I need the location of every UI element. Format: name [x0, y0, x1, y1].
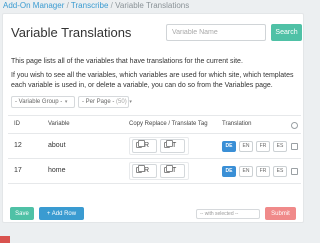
breadcrumb-current: Variable Translations: [115, 1, 190, 10]
page-title: Variable Translations: [11, 25, 132, 40]
variable-group-select-value: - Variable Group -: [15, 99, 63, 105]
per-page-count: (50): [116, 99, 127, 105]
add-row-button[interactable]: + Add Row: [39, 207, 84, 220]
description-text-variables: If you wish to see all the variables, wh…: [11, 72, 294, 89]
language-tab-es[interactable]: ES: [273, 166, 287, 177]
table-row: 17 home R T DE EN FR ES: [8, 159, 301, 184]
row-checkbox[interactable]: [291, 143, 298, 150]
breadcrumb-separator: /: [66, 1, 69, 10]
chevron-down-icon: ▾: [129, 99, 132, 105]
search-button[interactable]: Search: [271, 24, 302, 41]
language-tab-de[interactable]: DE: [222, 166, 236, 177]
row-checkbox[interactable]: [291, 168, 298, 175]
with-selected-select[interactable]: -- with selected --: [196, 209, 260, 219]
chevron-down-icon: ▾: [64, 99, 68, 105]
description-text: This page lists all of the variables tha…: [11, 58, 243, 65]
copy-icon: [164, 165, 173, 173]
language-tab-en[interactable]: EN: [239, 141, 253, 152]
column-header-copy: Copy Replace / Translate Tag: [129, 121, 208, 127]
copy-icon: [136, 165, 145, 173]
copy-replace-button[interactable]: R: [132, 139, 157, 153]
table-row: 12 about R T DE EN FR ES: [8, 134, 301, 159]
breadcrumb: Add-On Manager / Transcribe / Variable T…: [0, 0, 310, 13]
language-tab-fr[interactable]: FR: [256, 166, 270, 177]
language-tab-en[interactable]: EN: [239, 166, 253, 177]
column-header-translation: Translation: [222, 121, 252, 127]
language-tab-fr[interactable]: FR: [256, 141, 270, 152]
row-id: 12: [14, 142, 22, 149]
column-header-id[interactable]: ID: [14, 121, 20, 127]
copy-translate-tag-button[interactable]: T: [160, 139, 185, 153]
main-panel: Variable Translations Search This page l…: [2, 13, 304, 223]
copy-icon: [164, 140, 173, 148]
submit-button[interactable]: Submit: [265, 207, 296, 220]
language-tab-de[interactable]: DE: [222, 141, 236, 152]
table-header: ID Variable Copy Replace / Translate Tag…: [8, 115, 301, 134]
breadcrumb-separator: /: [110, 1, 113, 10]
copy-replace-button[interactable]: R: [132, 164, 157, 178]
breadcrumb-transcribe[interactable]: Transcribe: [71, 1, 109, 10]
save-button[interactable]: Save: [10, 207, 34, 220]
copy-translate-tag-button[interactable]: T: [160, 164, 185, 178]
select-all-checkbox[interactable]: [291, 122, 298, 129]
breadcrumb-addon-manager[interactable]: Add-On Manager: [3, 1, 64, 10]
with-selected-value: -- with selected --: [200, 211, 239, 217]
per-page-select[interactable]: - Per Page - (50) ▾: [78, 96, 132, 108]
row-variable[interactable]: home: [48, 167, 66, 174]
row-id: 17: [14, 167, 22, 174]
footer-marker: [0, 236, 10, 243]
copy-icon: [136, 140, 145, 148]
row-variable[interactable]: about: [48, 142, 66, 149]
search-input[interactable]: [166, 24, 266, 41]
column-header-variable[interactable]: Variable: [48, 121, 70, 127]
per-page-select-value: - Per Page -: [82, 99, 115, 105]
language-tab-es[interactable]: ES: [273, 141, 287, 152]
variable-group-select[interactable]: - Variable Group - ▾: [11, 96, 75, 108]
